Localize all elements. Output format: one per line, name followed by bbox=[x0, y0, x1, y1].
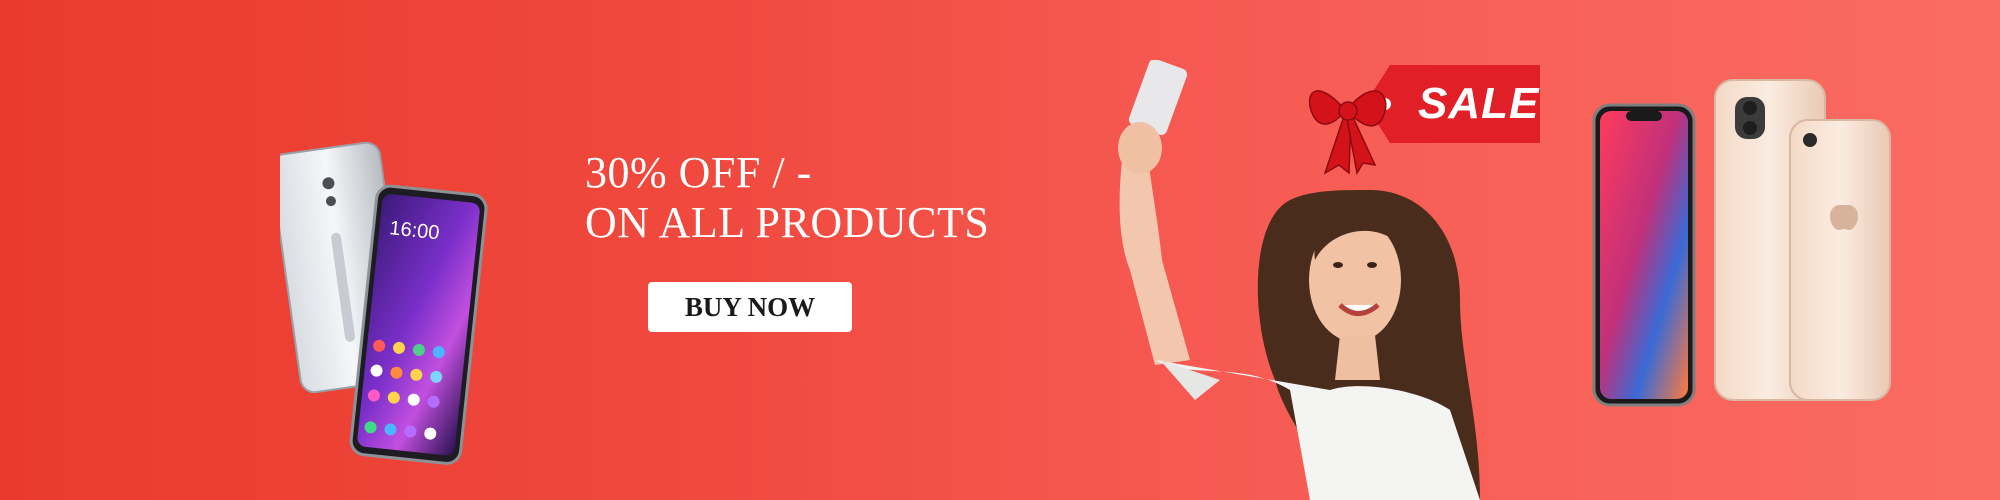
promo-banner: 16:00 30% OFF / - ON ALL PRODUCTS BUY NO… bbox=[0, 0, 2000, 500]
sale-label: SALE bbox=[1418, 79, 1540, 128]
vivo-phone-image: 16:00 bbox=[269, 140, 500, 480]
iphone-pair-image bbox=[1590, 75, 1900, 415]
promo-line-2: ON ALL PRODUCTS bbox=[585, 198, 990, 247]
promo-line-1: 30% OFF / - bbox=[585, 148, 812, 197]
sale-tag: SALE bbox=[1305, 55, 1545, 176]
promo-headline: 30% OFF / - ON ALL PRODUCTS bbox=[585, 148, 989, 248]
buy-now-button[interactable]: BUY NOW bbox=[648, 282, 852, 332]
